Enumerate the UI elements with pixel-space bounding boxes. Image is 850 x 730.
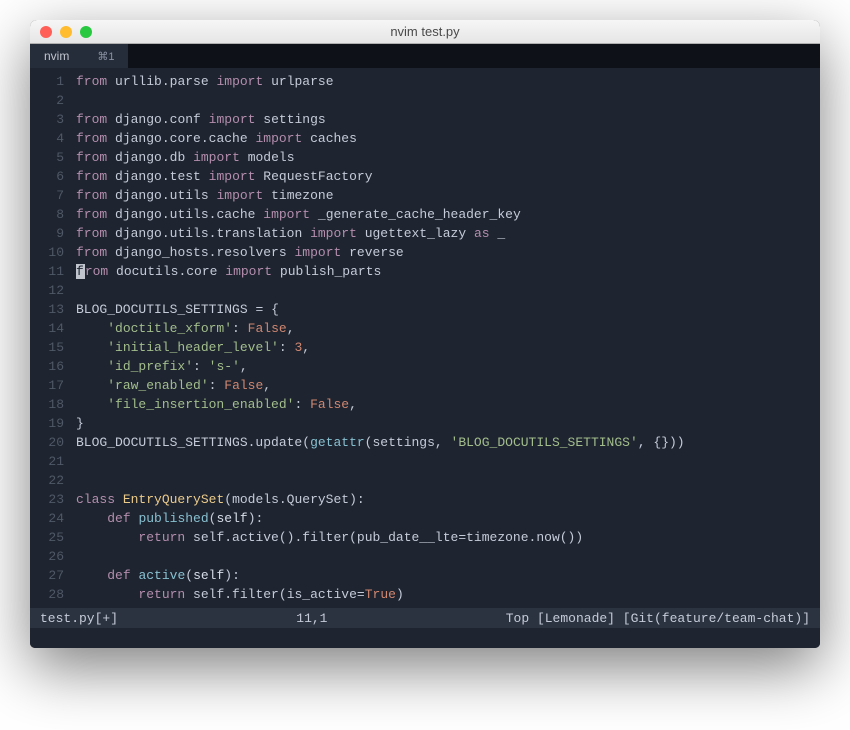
code-line[interactable]: 'file_insertion_enabled': False,	[76, 395, 812, 414]
status-bar: test.py[+] 11,1 Top [Lemonade] [Git(feat…	[30, 608, 820, 628]
code-line[interactable]: class EntryQuerySet(models.QuerySet):	[76, 490, 812, 509]
code-line[interactable]: from django.db import models	[76, 148, 812, 167]
code-line[interactable]: from django.conf import settings	[76, 110, 812, 129]
line-number: 8	[34, 205, 64, 224]
code-line[interactable]: return self.filter(is_active=True)	[76, 585, 812, 604]
line-number: 14	[34, 319, 64, 338]
line-number: 18	[34, 395, 64, 414]
line-number: 6	[34, 167, 64, 186]
tabbar: nvim ⌘1	[30, 44, 820, 68]
code-line[interactable]: }	[76, 414, 812, 433]
code-line[interactable]: from django.core.cache import caches	[76, 129, 812, 148]
status-info: Top [Lemonade] [Git(feature/team-chat)]	[506, 611, 810, 626]
code-line[interactable]: 'raw_enabled': False,	[76, 376, 812, 395]
line-number: 4	[34, 129, 64, 148]
code-line[interactable]: from django.utils import timezone	[76, 186, 812, 205]
window-title: nvim test.py	[30, 24, 820, 39]
editor-area[interactable]: 1234567891011121314151617181920212223242…	[30, 68, 820, 608]
code-line[interactable]: from docutils.core import publish_parts	[76, 262, 812, 281]
code-line[interactable]: from django_hosts.resolvers import rever…	[76, 243, 812, 262]
code-content[interactable]: from urllib.parse import urlparse from d…	[74, 68, 820, 608]
line-number: 15	[34, 338, 64, 357]
line-number: 27	[34, 566, 64, 585]
line-number: 13	[34, 300, 64, 319]
tab-nvim[interactable]: nvim ⌘1	[30, 44, 129, 68]
command-line[interactable]	[30, 628, 820, 648]
code-line[interactable]: BLOG_DOCUTILS_SETTINGS = {	[76, 300, 812, 319]
line-number: 5	[34, 148, 64, 167]
line-number: 28	[34, 585, 64, 604]
line-number-gutter: 1234567891011121314151617181920212223242…	[30, 68, 74, 608]
line-number: 20	[34, 433, 64, 452]
code-line[interactable]	[76, 471, 812, 490]
code-line[interactable]: 'doctitle_xform': False,	[76, 319, 812, 338]
close-button[interactable]	[40, 26, 52, 38]
titlebar[interactable]: nvim test.py	[30, 20, 820, 44]
code-line[interactable]: from urllib.parse import urlparse	[76, 72, 812, 91]
line-number: 23	[34, 490, 64, 509]
code-line[interactable]: 'id_prefix': 's-',	[76, 357, 812, 376]
line-number: 3	[34, 110, 64, 129]
terminal-window: nvim test.py nvim ⌘1 1234567891011121314…	[30, 20, 820, 648]
status-position: 11,1	[118, 611, 506, 626]
code-line[interactable]: def published(self):	[76, 509, 812, 528]
traffic-lights	[30, 26, 92, 38]
tab-label: nvim	[44, 49, 69, 63]
line-number: 19	[34, 414, 64, 433]
line-number: 16	[34, 357, 64, 376]
code-line[interactable]: from django.utils.cache import _generate…	[76, 205, 812, 224]
line-number: 12	[34, 281, 64, 300]
line-number: 25	[34, 528, 64, 547]
status-filename: test.py[+]	[40, 611, 118, 626]
line-number: 17	[34, 376, 64, 395]
zoom-button[interactable]	[80, 26, 92, 38]
line-number: 21	[34, 452, 64, 471]
code-line[interactable]: from django.test import RequestFactory	[76, 167, 812, 186]
code-line[interactable]: 'initial_header_level': 3,	[76, 338, 812, 357]
line-number: 10	[34, 243, 64, 262]
line-number: 9	[34, 224, 64, 243]
code-line[interactable]: def active(self):	[76, 566, 812, 585]
code-line[interactable]: BLOG_DOCUTILS_SETTINGS.update(getattr(se…	[76, 433, 812, 452]
code-line[interactable]	[76, 91, 812, 110]
line-number: 7	[34, 186, 64, 205]
line-number: 1	[34, 72, 64, 91]
code-line[interactable]	[76, 452, 812, 471]
line-number: 26	[34, 547, 64, 566]
tab-shortcut: ⌘1	[97, 50, 114, 63]
code-line[interactable]	[76, 547, 812, 566]
line-number: 24	[34, 509, 64, 528]
code-line[interactable]: from django.utils.translation import uge…	[76, 224, 812, 243]
line-number: 2	[34, 91, 64, 110]
minimize-button[interactable]	[60, 26, 72, 38]
code-line[interactable]	[76, 281, 812, 300]
line-number: 11	[34, 262, 64, 281]
line-number: 22	[34, 471, 64, 490]
code-line[interactable]: return self.active().filter(pub_date__lt…	[76, 528, 812, 547]
